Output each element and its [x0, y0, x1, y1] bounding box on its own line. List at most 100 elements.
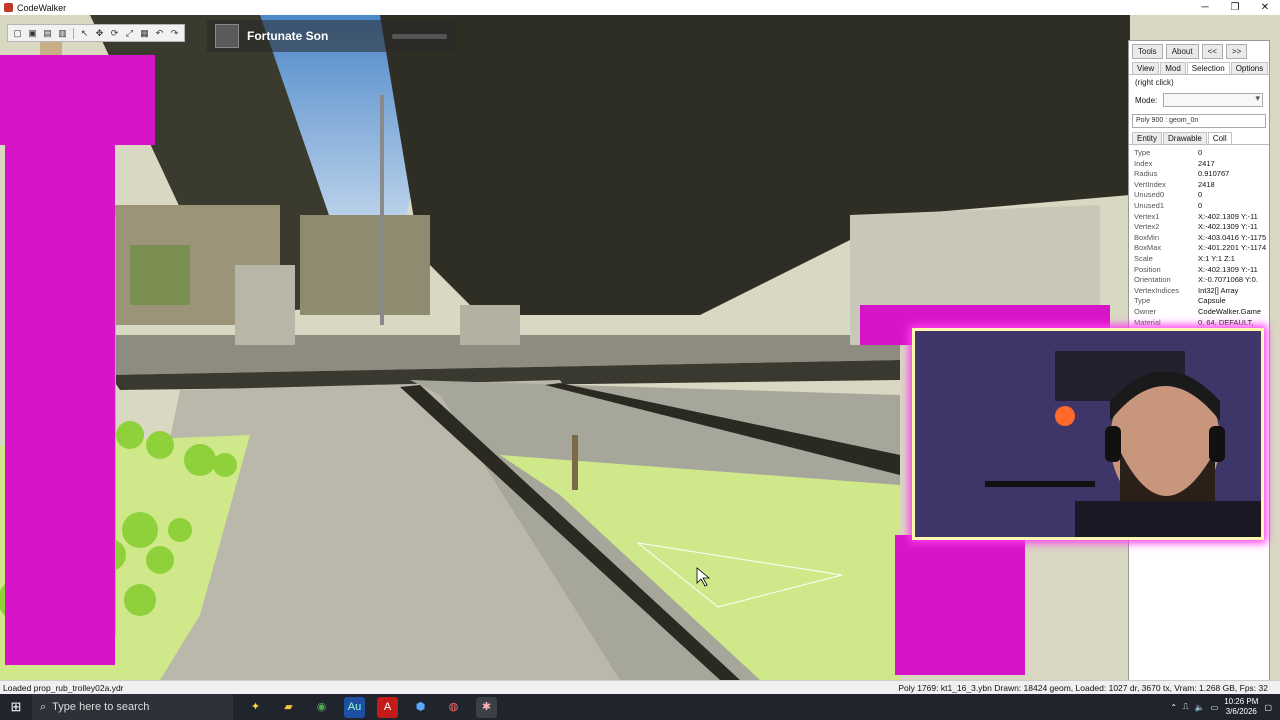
- status-left: Loaded prop_rub_trolley02a.ydr: [3, 683, 124, 693]
- property-key: Radius: [1134, 169, 1158, 179]
- property-row[interactable]: Owner CodeWalker.Game: [1132, 307, 1266, 318]
- acrobat-icon[interactable]: A: [377, 696, 398, 718]
- property-key: Unused0: [1134, 190, 1165, 200]
- property-grid[interactable]: Type 0 Index 2417 Radius 0.910767 VertIndex 241…: [1132, 148, 1266, 328]
- tools-button[interactable]: Tools: [1132, 44, 1163, 59]
- subtab-drawable[interactable]: Drawable: [1163, 132, 1207, 144]
- tray-chevron-icon[interactable]: ⌃: [1170, 703, 1177, 712]
- property-value: 0: [1198, 148, 1203, 157]
- pointer-icon[interactable]: ↖: [78, 27, 91, 40]
- move-icon[interactable]: ✥: [93, 27, 106, 40]
- property-value: Int32[] Array: [1198, 285, 1239, 295]
- property-value: X:1 Y:1 Z:1: [1198, 253, 1235, 263]
- new-file-icon[interactable]: ▢: [11, 27, 24, 40]
- copilot-icon[interactable]: ✦: [245, 697, 266, 718]
- property-row[interactable]: BoxMin X:-403.0416 Y:-1175.: [1132, 233, 1266, 244]
- open-folder-icon[interactable]: ▣: [26, 27, 39, 40]
- property-row[interactable]: Scale X:1 Y:1 Z:1: [1132, 254, 1266, 265]
- redo-icon[interactable]: ↷: [168, 27, 181, 40]
- maximize-icon[interactable]: ❐: [1220, 0, 1250, 15]
- property-value: X:-402.1309 Y:-11: [1198, 222, 1258, 232]
- property-row[interactable]: Radius 0.910767: [1132, 169, 1266, 180]
- property-key: VertexIndices: [1134, 285, 1180, 295]
- collapse-button[interactable]: <<: [1201, 44, 1223, 59]
- property-row[interactable]: BoxMax X:-401.2201 Y:-1174.: [1132, 243, 1266, 254]
- network-icon[interactable]: ⎍: [1183, 702, 1189, 712]
- property-row[interactable]: VertIndex 2418: [1132, 180, 1266, 191]
- tab-options[interactable]: Options: [1230, 62, 1269, 74]
- app-icon: [4, 3, 13, 12]
- property-value: 0.910767: [1198, 169, 1230, 179]
- property-key: Type: [1134, 296, 1151, 306]
- 3d-viewport[interactable]: ▢ ▣ ▤ ▥ ↖ ✥ ⟳ ⤢ ▦ ↶ ↷ Fortunate Son Tool…: [0, 15, 1280, 680]
- property-key: BoxMin: [1134, 232, 1160, 242]
- obs-icon[interactable]: ◍: [443, 697, 464, 718]
- property-row[interactable]: Vertex1 X:-402.1309 Y:-11: [1132, 212, 1266, 223]
- property-key: VertIndex: [1134, 179, 1166, 189]
- file-explorer-icon[interactable]: ▰: [278, 697, 299, 718]
- tab-selection[interactable]: Selection: [1186, 62, 1230, 74]
- mode-label: Mode:: [1135, 95, 1158, 105]
- property-row[interactable]: Material 0, 64, DEFAULT,: [1132, 318, 1266, 329]
- codewalker-taskbar-icon[interactable]: ✱: [476, 696, 497, 718]
- selection-hint: (right click): [1135, 78, 1174, 87]
- property-key: BoxMax: [1134, 243, 1162, 253]
- webcam-overlay: [912, 328, 1264, 540]
- tab-mod[interactable]: Mod: [1160, 62, 1186, 74]
- property-value: CodeWalker.Game: [1198, 306, 1262, 316]
- property-row[interactable]: Orientation X:-0.7071068 Y:0.: [1132, 275, 1266, 286]
- tab-view[interactable]: View: [1132, 62, 1160, 74]
- property-row[interactable]: Vertex2 X:-402.1309 Y:-11: [1132, 222, 1266, 233]
- property-row[interactable]: Unused0 0: [1132, 190, 1266, 201]
- rotate-icon[interactable]: ⟳: [108, 27, 121, 40]
- property-row[interactable]: Position X:-402.1309 Y:-11: [1132, 265, 1266, 276]
- property-key: Vertex2: [1134, 222, 1160, 232]
- property-value: X:-403.0416 Y:-1175.: [1198, 232, 1266, 242]
- subtab-coll[interactable]: Coll: [1207, 132, 1232, 144]
- property-row[interactable]: Unused1 0: [1132, 201, 1266, 212]
- taskbar-search[interactable]: ⌕ Type here to search: [32, 694, 233, 720]
- now-playing-overlay: Fortunate Son: [207, 20, 455, 52]
- status-bar: Loaded prop_rub_trolley02a.ydr Poly 1769…: [0, 680, 1280, 695]
- volume-icon[interactable]: 🔈: [1195, 703, 1205, 712]
- snap-icon[interactable]: ▦: [138, 27, 151, 40]
- status-right: Poly 1769: kt1_16_3.ybn Drawn: 18424 geo…: [898, 683, 1268, 693]
- about-button[interactable]: About: [1165, 44, 1199, 59]
- chrome-icon[interactable]: ◉: [311, 697, 332, 718]
- close-icon[interactable]: ✕: [1250, 0, 1280, 15]
- expand-button[interactable]: >>: [1225, 44, 1248, 59]
- undo-icon[interactable]: ↶: [153, 27, 166, 40]
- window-title: CodeWalker: [17, 2, 67, 13]
- property-key: Position: [1134, 264, 1161, 274]
- property-row[interactable]: VertexIndices Int32[] Array: [1132, 286, 1266, 297]
- taskbar: ⊞ ⌕ Type here to search ✦ ▰ ◉ Au A ⬢ ◍ ✱…: [0, 694, 1280, 720]
- taskbar-clock[interactable]: 10:26 PM 3/6/2026: [1224, 697, 1258, 717]
- selection-field[interactable]: Poly 900 : geom_0n: [1132, 114, 1266, 128]
- property-value: X:-401.2201 Y:-1174.: [1198, 243, 1266, 253]
- windows-start-icon[interactable]: ⊞: [0, 699, 32, 715]
- audition-icon[interactable]: Au: [344, 696, 365, 718]
- save-all-icon[interactable]: ▥: [56, 27, 69, 40]
- mode-select[interactable]: [1163, 93, 1263, 107]
- minimize-icon[interactable]: ─: [1190, 0, 1220, 15]
- battery-icon[interactable]: ▭: [1211, 703, 1219, 712]
- property-value: Capsule: [1198, 296, 1226, 306]
- property-key: Type: [1134, 148, 1151, 157]
- property-row[interactable]: Index 2417: [1132, 159, 1266, 170]
- property-row[interactable]: Type Capsule: [1132, 296, 1266, 307]
- property-value: X:-0.7071068 Y:0.: [1198, 275, 1258, 285]
- album-art: [215, 24, 239, 48]
- search-placeholder: Type here to search: [52, 701, 150, 713]
- clock-date: 3/6/2026: [1225, 707, 1257, 716]
- save-icon[interactable]: ▤: [41, 27, 54, 40]
- shield-app-icon[interactable]: ⬢: [410, 697, 431, 718]
- viewport-toolbar: ▢ ▣ ▤ ▥ ↖ ✥ ⟳ ⤢ ▦ ↶ ↷: [7, 24, 185, 42]
- property-row[interactable]: Type 0: [1132, 148, 1266, 159]
- notifications-icon[interactable]: ▢: [1264, 703, 1272, 712]
- property-value: 2417: [1198, 158, 1215, 168]
- subtab-entity[interactable]: Entity: [1132, 132, 1163, 144]
- playback-progress: [392, 33, 447, 39]
- property-value: 2418: [1198, 179, 1215, 189]
- toolbar-divider: [73, 27, 74, 39]
- scale-icon[interactable]: ⤢: [123, 27, 136, 40]
